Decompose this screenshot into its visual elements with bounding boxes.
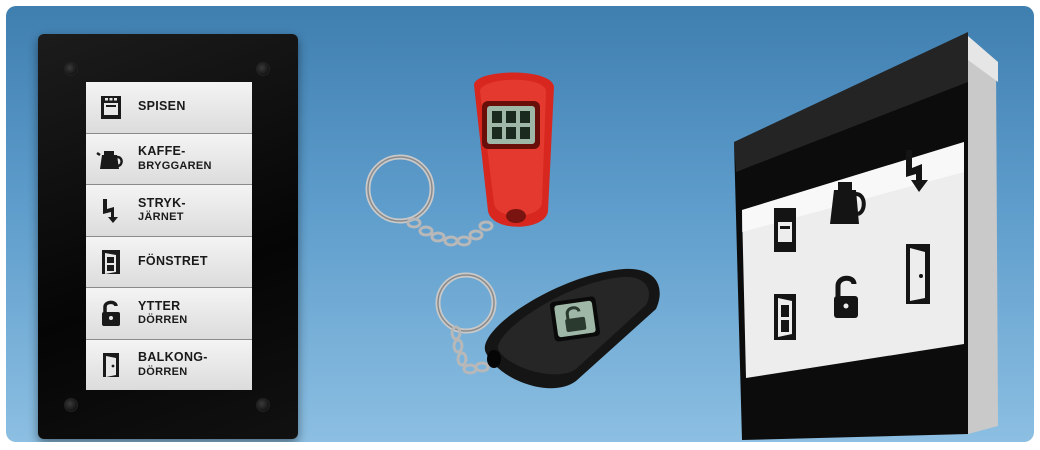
window-icon [102,249,120,274]
label-row-ytterdorren: YTTER DÖRREN [86,288,252,340]
door-icon [906,244,930,304]
photo-frame: SPISEN KAFFE- BRYGGAREN STRYK- JÄRNET FÖ… [6,6,1034,442]
label-line1: YTTER [138,298,181,313]
wall-panel-left: SPISEN KAFFE- BRYGGAREN STRYK- JÄRNET FÖ… [38,34,298,439]
label-row-kaffebryggaren: KAFFE- BRYGGAREN [86,133,252,185]
label-strip: SPISEN KAFFE- BRYGGAREN STRYK- JÄRNET FÖ… [86,82,252,390]
label-line2: DÖRREN [138,365,188,378]
stove-icon [774,208,796,252]
label-line2: DÖRREN [138,314,188,327]
red-key-fob [474,72,554,227]
touch-panel-right [734,32,998,440]
key-ring [435,272,497,334]
screw [64,398,78,412]
label-line1: BALKONG- [138,350,208,365]
screw [256,398,270,412]
label-row-spisen: SPISEN [86,82,252,134]
stove-icon [101,96,121,120]
screw [64,62,78,76]
key-chain [450,325,490,375]
key-fobs [365,72,660,389]
label-line1: STRYK- [138,195,186,210]
unlocked-padlock-icon [102,300,120,327]
label-line1: SPISEN [138,99,186,114]
coffee-maker-icon [96,150,123,169]
black-key-fob [484,268,660,389]
label-line2: BRYGGAREN [138,159,212,172]
window-icon [774,294,796,340]
label-row-strykjarnet: STRYK- JÄRNET [86,185,252,237]
label-line1: KAFFE- [138,144,186,159]
door-icon [103,352,119,377]
screw [256,62,270,76]
label-line2: JÄRNET [138,211,184,224]
key-ring [365,154,435,224]
key-chain [406,217,494,247]
label-line1: FÖNSTRET [138,253,208,268]
label-row-fonstret: FÖNSTRET [86,236,252,288]
label-row-balkongdorren: BALKONG- DÖRREN [86,339,252,390]
iron-lightning-icon [103,199,118,224]
